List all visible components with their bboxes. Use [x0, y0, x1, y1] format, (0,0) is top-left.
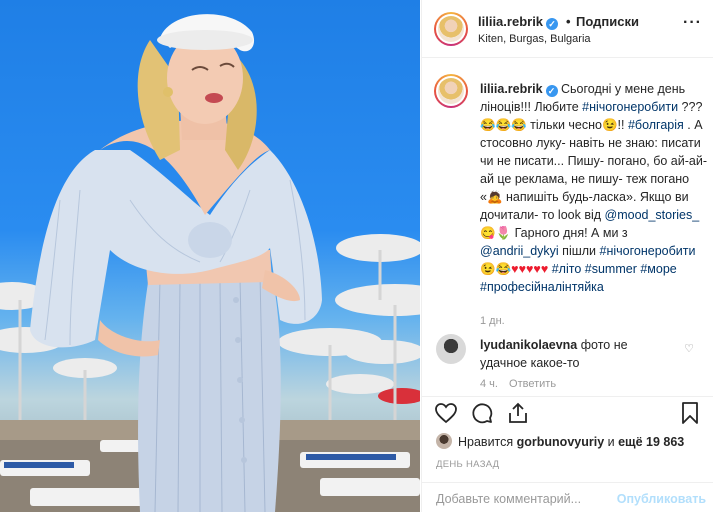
comment-timestamp: 4 ч.: [480, 378, 498, 390]
more-horizontal-icon[interactable]: ···: [683, 14, 702, 32]
bookmark-icon[interactable]: [678, 401, 704, 427]
mention-link[interactable]: @andrii_dykyi: [480, 244, 559, 258]
liker-avatar[interactable]: [436, 433, 452, 449]
action-bar: [422, 396, 713, 428]
share-icon[interactable]: [506, 401, 532, 427]
comment-username[interactable]: lyudanikolaevna: [480, 338, 577, 352]
hashtag-link[interactable]: #болгарія: [628, 118, 684, 132]
caption-timestamp: 1 дн.: [480, 315, 505, 327]
comment-item: lyudanikolaevna фото не удачное какое-то: [480, 336, 676, 372]
hashtag-link[interactable]: #літо: [552, 262, 582, 276]
hashtag-link[interactable]: #summer: [585, 262, 637, 276]
hearts-emoji: ♥♥♥♥♥: [511, 262, 549, 276]
hashtag-link[interactable]: #нічогонеробити: [582, 100, 678, 114]
comment-meta: 4 ч. Ответить: [480, 378, 564, 390]
verified-badge-icon: ✓: [545, 85, 558, 97]
liker-username[interactable]: gorbunovyuriy: [517, 435, 605, 449]
hashtag-link[interactable]: #нічогонеробити: [600, 244, 696, 258]
post-photo[interactable]: [0, 0, 420, 512]
reply-button[interactable]: Ответить: [509, 378, 556, 390]
caption-text: пішли: [558, 244, 600, 258]
header-username[interactable]: liliia.rebrik ✓: [478, 14, 559, 30]
hashtag-link[interactable]: #професійналінтяйка: [480, 280, 604, 294]
likes-and: и: [604, 435, 619, 449]
location-link[interactable]: Kiten, Burgas, Bulgaria: [478, 33, 591, 45]
likes-summary: Нравится gorbunovyuriy и ещё 19 863: [436, 433, 684, 449]
heart-icon[interactable]: [434, 401, 460, 427]
verified-badge-icon: ✓: [546, 18, 559, 30]
caption-avatar[interactable]: [434, 74, 468, 108]
avatar[interactable]: [434, 12, 468, 46]
hashtag-link[interactable]: #море: [640, 262, 676, 276]
comment-like-heart-icon[interactable]: ♡: [684, 342, 694, 355]
post-side-panel: liliia.rebrik ✓ • Подписки Kiten, Burgas,…: [421, 0, 713, 512]
post-header: liliia.rebrik ✓ • Подписки Kiten, Burgas,…: [422, 0, 713, 58]
beach-photo-illustration: [0, 14, 420, 512]
commenter-avatar[interactable]: [436, 334, 466, 364]
post-date: ДЕНЬ НАЗАД: [436, 459, 500, 470]
post-caption: liliia.rebrik ✓ Сьогодні у мене день ліно…: [480, 80, 708, 296]
following-button[interactable]: Подписки: [576, 14, 639, 29]
likes-prefix: Нравится: [458, 435, 517, 449]
caption-username[interactable]: liliia.rebrik: [480, 82, 543, 96]
likes-count[interactable]: ещё 19 863: [618, 435, 684, 449]
separator-dot: •: [566, 14, 571, 29]
comment-input[interactable]: Добавьте комментарий...: [436, 492, 581, 506]
comment-icon[interactable]: [470, 401, 496, 427]
publish-button[interactable]: Опубликовать: [617, 492, 706, 506]
comments-list[interactable]: liliia.rebrik ✓ Сьогодні у мене день ліно…: [422, 58, 713, 396]
caption-text: . А стосовно луку- навіть не знаю: писат…: [480, 118, 707, 222]
add-comment-row: Добавьте комментарий... Опубликовать: [422, 482, 713, 512]
mention-link[interactable]: @mood_stories_: [605, 208, 700, 222]
caption-text: 😉😂: [480, 262, 512, 276]
caption-text: 😋🌷 Гарного дня! А ми з: [480, 226, 628, 240]
